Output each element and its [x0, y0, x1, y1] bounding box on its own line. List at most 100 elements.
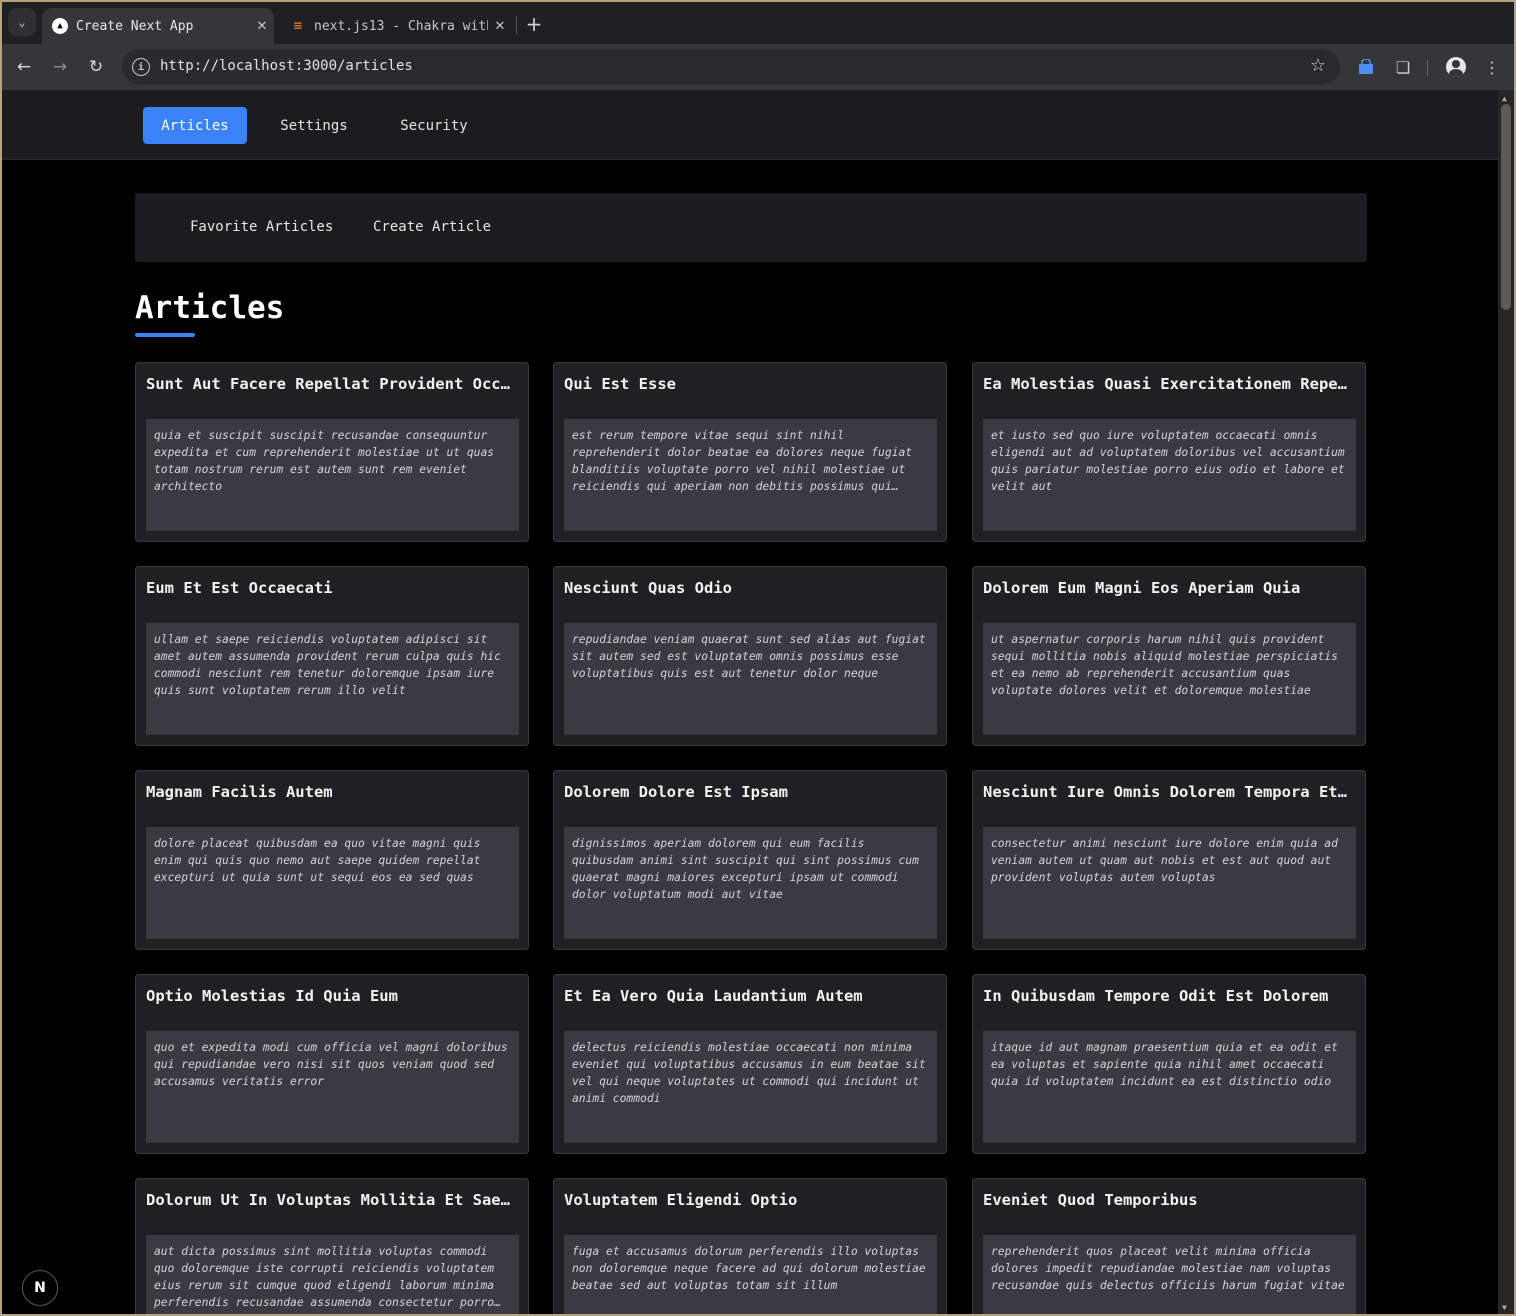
- article-title[interactable]: Dolorum Ut In Voluptas Mollitia Et Saepe…: [146, 1191, 518, 1209]
- tab-stackoverflow[interactable]: ≡ next.js13 - Chakra with Ne ✕: [280, 8, 512, 44]
- article-title[interactable]: Qui Est Esse: [564, 375, 936, 393]
- bookmark-star-icon[interactable]: ☆: [1310, 55, 1326, 76]
- article-title[interactable]: Sunt Aut Facere Repellat Provident Occae…: [146, 375, 518, 393]
- tab-search-button[interactable]: ⌄: [8, 8, 36, 36]
- nav-articles[interactable]: Articles: [143, 107, 247, 144]
- tab-title: next.js13 - Chakra with Ne: [314, 18, 488, 34]
- article-title[interactable]: Magnam Facilis Autem: [146, 783, 518, 801]
- avatar-icon: [1446, 57, 1466, 77]
- page-viewport: Articles Settings Security Favorite Arti…: [2, 90, 1498, 1314]
- nav-security[interactable]: Security: [382, 107, 486, 144]
- stackoverflow-icon: ≡: [293, 18, 303, 34]
- article-excerpt-box: delectus reiciendis molestiae occaecati …: [564, 1031, 937, 1143]
- tab-strip: ⌄ ▲ Create Next App ✕ ≡ next.js13 - Chak…: [2, 2, 1514, 44]
- nav-settings[interactable]: Settings: [262, 107, 366, 144]
- article-excerpt-box: reprehenderit quos placeat velit minima …: [983, 1235, 1356, 1314]
- arrow-left-icon: ←: [16, 57, 32, 77]
- reload-button[interactable]: ↻: [82, 53, 110, 81]
- article-excerpt: consectetur animi nesciunt iure dolore e…: [991, 837, 1338, 884]
- article-excerpt: itaque id aut magnam praesentium quia et…: [991, 1041, 1338, 1088]
- page-scrollbar[interactable]: ▲ ▼: [1498, 90, 1514, 1314]
- scroll-down-icon[interactable]: ▼: [1502, 1303, 1507, 1312]
- top-navigation: Articles Settings Security: [2, 90, 1498, 160]
- close-icon[interactable]: ✕: [250, 19, 274, 34]
- article-card[interactable]: Ea Molestias Quasi Exercitationem Repell…: [972, 362, 1366, 542]
- article-excerpt-box: fuga et accusamus dolorum perferendis il…: [564, 1235, 937, 1314]
- address-bar[interactable]: i http://localhost:3000/articles ☆: [122, 49, 1340, 85]
- article-excerpt: est rerum tempore vitae sequi sint nihil…: [572, 429, 913, 493]
- page-title: Articles: [135, 290, 285, 326]
- article-card[interactable]: Eveniet Quod Temporibus reprehenderit quo…: [972, 1178, 1366, 1314]
- article-card[interactable]: Dolorum Ut In Voluptas Mollitia Et Saepe…: [135, 1178, 529, 1314]
- article-title[interactable]: Eveniet Quod Temporibus: [983, 1191, 1355, 1209]
- article-excerpt-box: dignissimos aperiam dolorem qui eum faci…: [564, 827, 937, 939]
- title-underline: [135, 333, 195, 337]
- article-excerpt: dolore placeat quibusdam ea quo vitae ma…: [154, 837, 481, 884]
- nextjs-icon: ▲: [52, 18, 68, 34]
- article-card[interactable]: Et Ea Vero Quia Laudantium Autem delectus…: [553, 974, 947, 1154]
- article-card[interactable]: Dolorem Eum Magni Eos Aperiam Quia ut asp…: [972, 566, 1366, 746]
- article-title[interactable]: Et Ea Vero Quia Laudantium Autem: [564, 987, 936, 1005]
- articles-subnav: Favorite Articles Create Article: [135, 193, 1367, 262]
- article-card[interactable]: Magnam Facilis Autem dolore placeat quibu…: [135, 770, 529, 950]
- article-title[interactable]: Nesciunt Iure Omnis Dolorem Tempora Et A…: [983, 783, 1355, 801]
- article-excerpt: quia et suscipit suscipit recusandae con…: [154, 429, 495, 493]
- article-excerpt: repudiandae veniam quaerat sunt sed alia…: [572, 633, 926, 680]
- article-card[interactable]: Nesciunt Quas Odio repudiandae veniam qua…: [553, 566, 947, 746]
- article-excerpt: delectus reiciendis molestiae occaecati …: [572, 1041, 926, 1105]
- article-card[interactable]: Optio Molestias Id Quia Eum quo et expedi…: [135, 974, 529, 1154]
- extension-icon[interactable]: [1354, 55, 1378, 79]
- article-title[interactable]: Dolorem Eum Magni Eos Aperiam Quia: [983, 579, 1355, 597]
- article-title[interactable]: Eum Et Est Occaecati: [146, 579, 518, 597]
- reload-icon: ↻: [88, 57, 104, 77]
- article-excerpt-box: et iusto sed quo iure voluptatem occaeca…: [983, 419, 1356, 531]
- article-excerpt-box: quia et suscipit suscipit recusandae con…: [146, 419, 519, 531]
- menu-button[interactable]: ⋮: [1480, 55, 1504, 79]
- url-text[interactable]: http://localhost:3000/articles: [160, 58, 413, 74]
- article-excerpt-box: ullam et saepe reiciendis voluptatem adi…: [146, 623, 519, 735]
- article-card[interactable]: Sunt Aut Facere Repellat Provident Occae…: [135, 362, 529, 542]
- article-card[interactable]: Qui Est Esse est rerum tempore vitae sequ…: [553, 362, 947, 542]
- back-button[interactable]: ←: [10, 53, 38, 81]
- plus-icon: +: [525, 12, 543, 36]
- article-card[interactable]: Nesciunt Iure Omnis Dolorem Tempora Et A…: [972, 770, 1366, 950]
- tab-create-next-app[interactable]: ▲ Create Next App ✕: [42, 8, 274, 44]
- toolbar-divider: [1427, 60, 1428, 76]
- arrow-right-icon: →: [52, 57, 68, 77]
- article-excerpt: ut aspernatur corporis harum nihil quis …: [991, 633, 1338, 697]
- article-title[interactable]: In Quibusdam Tempore Odit Est Dolorem: [983, 987, 1355, 1005]
- browser-window: ⌄ ▲ Create Next App ✕ ≡ next.js13 - Chak…: [2, 2, 1514, 1314]
- scrollbar-thumb[interactable]: [1501, 104, 1511, 310]
- article-excerpt-box: consectetur animi nesciunt iure dolore e…: [983, 827, 1356, 939]
- article-title[interactable]: Nesciunt Quas Odio: [564, 579, 936, 597]
- article-excerpt-box: itaque id aut magnam praesentium quia et…: [983, 1031, 1356, 1143]
- tab-divider: [516, 16, 517, 34]
- article-title[interactable]: Dolorem Dolore Est Ipsam: [564, 783, 936, 801]
- article-card[interactable]: Voluptatem Eligendi Optio fuga et accusam…: [553, 1178, 947, 1314]
- article-title[interactable]: Voluptatem Eligendi Optio: [564, 1191, 936, 1209]
- extensions-button[interactable]: ❏: [1391, 55, 1415, 79]
- article-excerpt-box: ut aspernatur corporis harum nihil quis …: [983, 623, 1356, 735]
- article-card[interactable]: Eum Et Est Occaecati ullam et saepe reici…: [135, 566, 529, 746]
- scroll-up-icon[interactable]: ▲: [1502, 94, 1507, 103]
- create-article-link[interactable]: Create Article: [373, 219, 491, 235]
- browser-toolbar: ← → ↻ i http://localhost:3000/articles ☆…: [2, 44, 1514, 90]
- article-card[interactable]: Dolorem Dolore Est Ipsam dignissimos aper…: [553, 770, 947, 950]
- shopping-bag-icon: [1359, 59, 1373, 74]
- profile-button[interactable]: [1444, 55, 1468, 79]
- article-excerpt-box: repudiandae veniam quaerat sunt sed alia…: [564, 623, 937, 735]
- article-title[interactable]: Optio Molestias Id Quia Eum: [146, 987, 518, 1005]
- nextjs-dev-badge[interactable]: N: [22, 1270, 58, 1306]
- article-excerpt: quo et expedita modi cum officia vel mag…: [154, 1041, 508, 1088]
- favorite-articles-link[interactable]: Favorite Articles: [190, 219, 333, 235]
- new-tab-button[interactable]: +: [520, 10, 548, 38]
- kebab-menu-icon: ⋮: [1484, 57, 1500, 77]
- info-icon[interactable]: i: [132, 58, 150, 76]
- chevron-down-icon: ⌄: [18, 15, 26, 29]
- article-title[interactable]: Ea Molestias Quasi Exercitationem Repell…: [983, 375, 1355, 393]
- forward-button[interactable]: →: [46, 53, 74, 81]
- close-icon[interactable]: ✕: [488, 19, 512, 34]
- article-card[interactable]: In Quibusdam Tempore Odit Est Dolorem ita…: [972, 974, 1366, 1154]
- article-excerpt: fuga et accusamus dolorum perferendis il…: [572, 1245, 926, 1292]
- puzzle-icon: ❏: [1395, 57, 1411, 77]
